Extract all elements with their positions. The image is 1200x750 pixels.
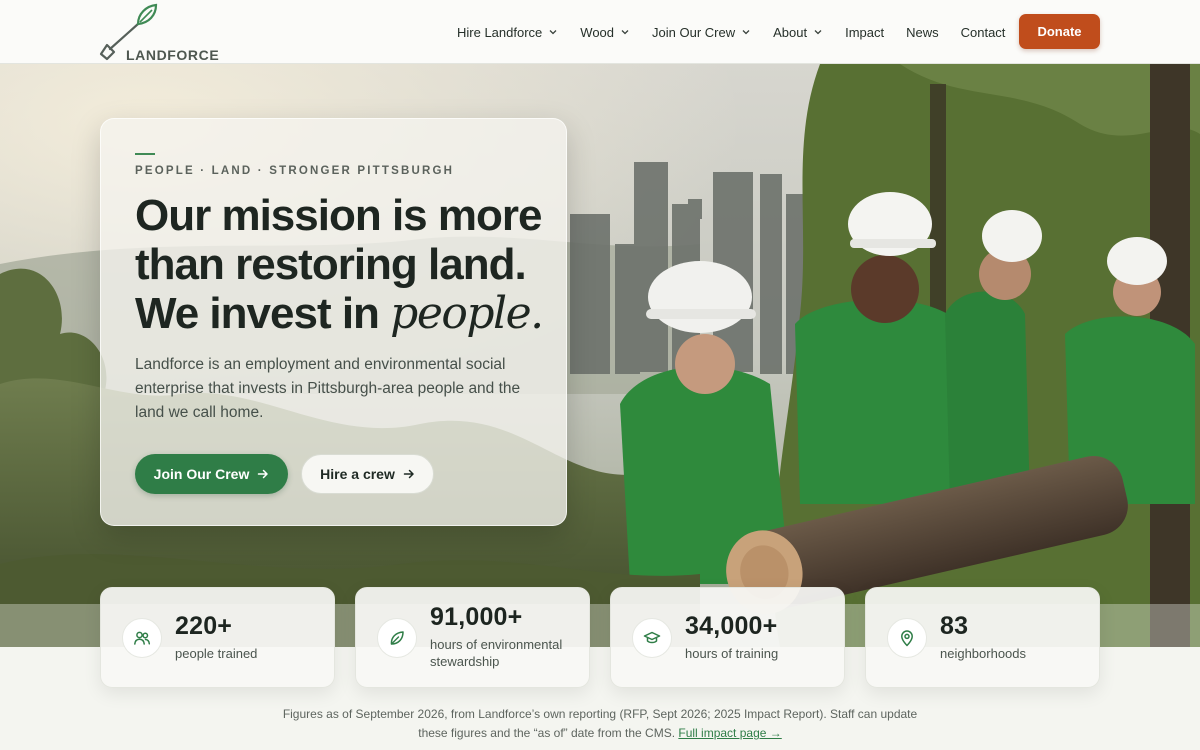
footnote-text: Figures as of September 2026, from Landf… <box>282 707 918 740</box>
arrow-right-icon <box>258 469 269 479</box>
people-icon <box>134 631 151 645</box>
button-label: Hire a crew <box>320 466 395 482</box>
stat-card-neighborhoods: 83 neighborhoods <box>865 587 1100 688</box>
nav-item-hire-landforce[interactable]: Hire Landforce <box>457 25 558 40</box>
landforce-logo[interactable]: LANDFORCE <box>98 2 228 63</box>
stat-label: neighborhoods <box>940 646 1027 661</box>
hero-card: PEOPLE · LAND · STRONGER PITTSBURGH Our … <box>100 118 567 526</box>
nav-label: News <box>906 24 939 40</box>
site-header: LANDFORCE Hire Landforce Wood Join Our C… <box>0 0 1200 64</box>
headline-line-3: We invest in <box>135 289 391 338</box>
hero-headline: Our mission is more than restoring land.… <box>135 191 555 338</box>
nav-item-join-our-crew[interactable]: Join Our Crew <box>652 25 751 40</box>
chevron-down-icon <box>814 30 822 35</box>
stat-card-people-trained: 220+ people trained <box>100 587 335 688</box>
stat-icon-badge <box>122 618 162 658</box>
stat-value: 220+ <box>175 612 233 640</box>
join-our-crew-button[interactable]: Join Our Crew <box>135 454 288 494</box>
nav-item-impact[interactable]: Impact <box>845 25 884 40</box>
accent-rule <box>135 153 155 155</box>
stat-card-training-hours: 34,000+ hours of training <box>610 587 845 688</box>
main-nav: Hire Landforce Wood Join Our Crew About … <box>457 22 1005 42</box>
full-impact-page-link[interactable]: Full impact page → <box>678 726 781 740</box>
hero-description: Landforce is an employment and environme… <box>135 356 521 421</box>
nav-label: Hire Landforce <box>457 24 543 40</box>
stat-icon-badge <box>377 618 417 658</box>
stat-card-stewardship-hours: 91,000+ hours of environmental stewardsh… <box>355 587 590 688</box>
nav-label: Impact <box>845 24 885 40</box>
nav-item-news[interactable]: News <box>906 25 939 40</box>
nav-item-about[interactable]: About <box>773 25 823 40</box>
nav-label: About <box>773 24 808 40</box>
chevron-down-icon <box>549 30 557 35</box>
hire-a-crew-button[interactable]: Hire a crew <box>301 454 434 494</box>
map-pin-icon <box>901 630 913 647</box>
stat-icon-badge <box>887 618 927 658</box>
stat-value: 91,000+ <box>430 603 523 631</box>
nav-label: Contact <box>960 24 1006 40</box>
nav-label: Wood <box>580 24 615 40</box>
stat-label: people trained <box>175 646 258 661</box>
logo-wordmark: LANDFORCE <box>126 47 220 63</box>
button-label: Join Our Crew <box>153 466 250 482</box>
leaf-icon <box>390 631 404 645</box>
donate-button[interactable]: Donate <box>1019 14 1100 49</box>
hero-eyebrow: PEOPLE · LAND · STRONGER PITTSBURGH <box>135 165 455 177</box>
impact-footnote: Figures as of September 2026, from Landf… <box>280 705 920 743</box>
nav-item-wood[interactable]: Wood <box>580 25 630 40</box>
stat-value: 34,000+ <box>685 612 778 640</box>
graduation-cap-icon <box>643 631 661 644</box>
arrow-right-icon <box>403 469 414 479</box>
chevron-down-icon <box>621 30 629 35</box>
stat-icon-badge <box>632 618 672 658</box>
stat-value: 83 <box>940 612 969 640</box>
nav-item-contact[interactable]: Contact <box>961 25 1006 40</box>
headline-emphasis: people. <box>390 288 544 339</box>
stat-label: hours of environmental stewardship <box>430 637 563 669</box>
nav-label: Join Our Crew <box>652 24 736 40</box>
stat-label: hours of training <box>685 646 779 661</box>
headline-line-2: than restoring land. <box>135 240 527 289</box>
headline-line-1: Our mission is more <box>135 191 542 240</box>
chevron-down-icon <box>742 30 750 35</box>
